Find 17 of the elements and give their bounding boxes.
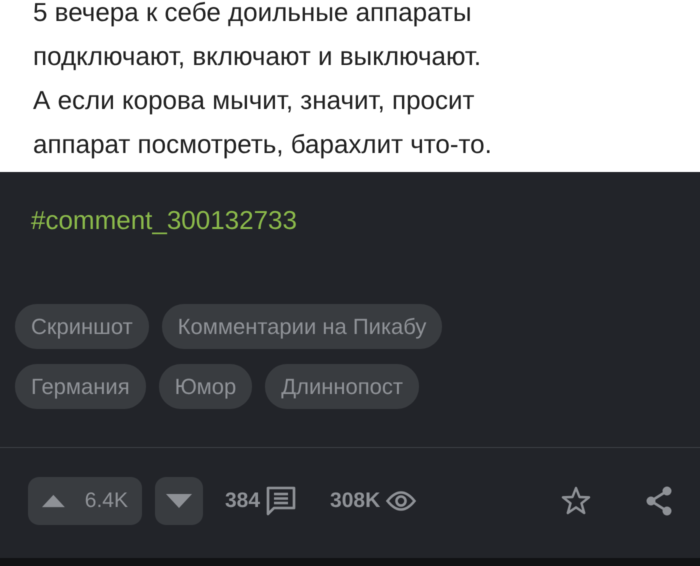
tag-chip[interactable]: Длиннопост	[265, 364, 419, 409]
post-text: 5 вечера к себе доильные аппараты подключают, включают и выключают. А если корова мычит, значит, просит аппарат посмотреть, барахлит что-то.	[32, 0, 493, 161]
share-icon[interactable]	[645, 486, 673, 516]
star-icon[interactable]	[561, 486, 591, 516]
hashtag-link[interactable]: #comment_300132733	[31, 205, 297, 235]
tag-chip[interactable]: Германия	[15, 364, 146, 409]
upvote-button[interactable]: 6.4K	[28, 477, 142, 525]
comment-icon[interactable]	[266, 486, 296, 516]
eye-icon	[386, 490, 416, 512]
triangle-down-icon	[166, 494, 192, 508]
downvote-button[interactable]	[155, 477, 203, 525]
triangle-up-icon	[42, 494, 65, 508]
tag-chip[interactable]: Юмор	[158, 364, 252, 409]
comment-count: 384	[225, 489, 260, 513]
tag-chip[interactable]: Комментарии на Пикабу	[162, 304, 442, 349]
tag-chip[interactable]: Скриншот	[15, 304, 149, 349]
view-count: 308K	[330, 489, 380, 513]
